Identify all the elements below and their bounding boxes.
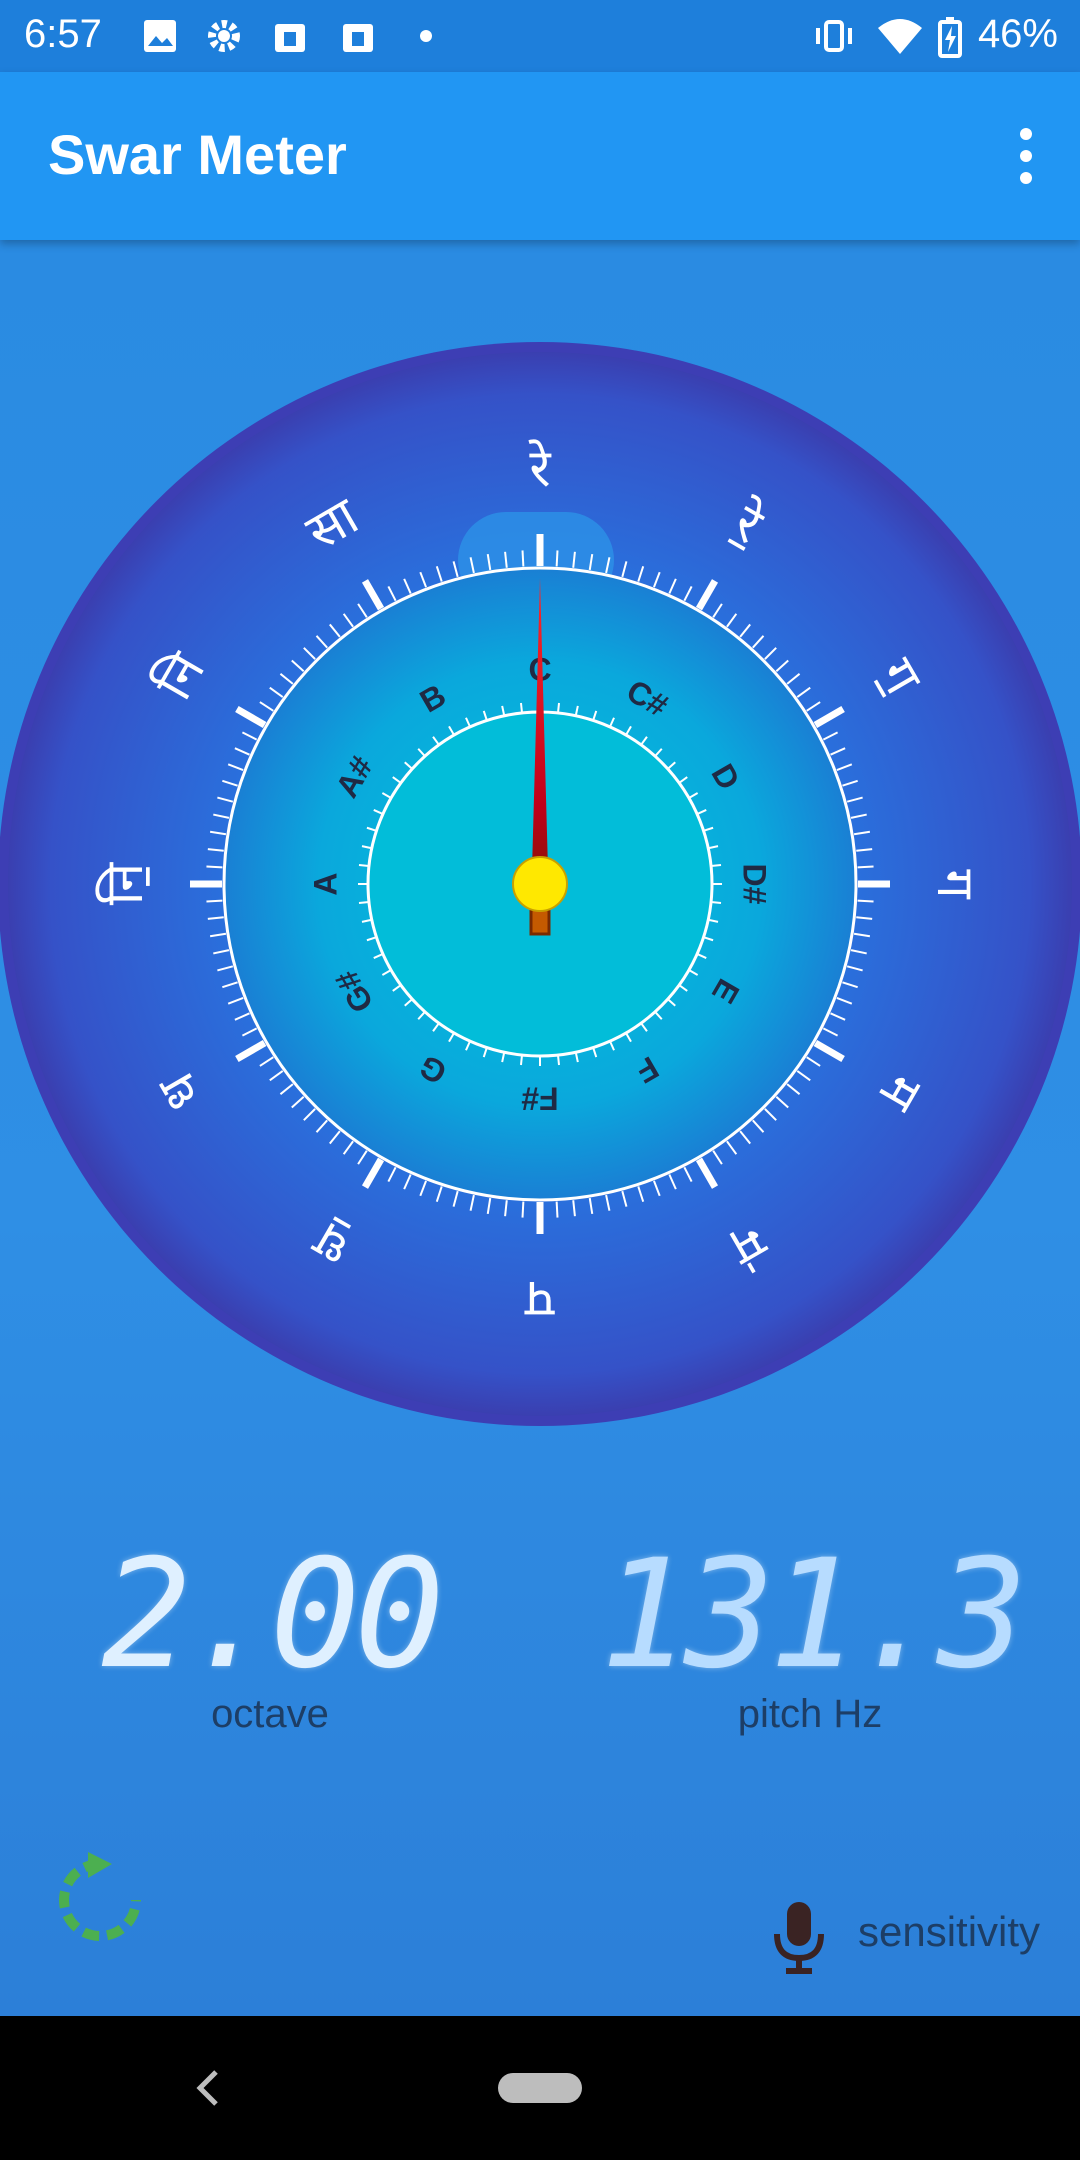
- home-button[interactable]: [498, 2073, 582, 2103]
- overflow-menu-button[interactable]: [1012, 128, 1040, 188]
- inner-dial-tick: [358, 863, 370, 868]
- microphone-icon[interactable]: [770, 1900, 828, 1976]
- inner-dial-tick: [556, 1054, 561, 1066]
- app-title: Swar Meter: [48, 123, 347, 186]
- battery-icon: [938, 17, 962, 58]
- dial-minor-tick: [555, 1201, 559, 1218]
- dial-minor-tick: [206, 865, 223, 869]
- inner-dial-tick: [556, 702, 561, 714]
- battery-percent: 46%: [977, 12, 1058, 56]
- hindi-note-label: रे: [528, 439, 552, 499]
- western-note-label: A: [307, 872, 343, 895]
- dial-minor-tick: [521, 1201, 525, 1218]
- inner-dial-tick: [519, 1054, 524, 1066]
- western-note-label: D#: [737, 864, 773, 905]
- main-content: रेरे॒ग॒गमम॑पध॒धनि॒निसा CC#DD#EFF#GG#AA#B…: [0, 240, 1080, 2016]
- notification-dot-icon: [420, 30, 432, 42]
- needle-hub: [512, 856, 568, 912]
- inner-dial-tick: [710, 863, 722, 868]
- inner-dial-tick: [358, 900, 370, 905]
- dial-minor-tick: [857, 899, 874, 903]
- inner-dial-tick: [519, 702, 524, 714]
- hindi-note-label: ग: [925, 869, 985, 899]
- wifi-icon: [878, 19, 922, 54]
- image-icon: [144, 20, 176, 52]
- dial-minor-tick: [555, 550, 559, 567]
- dial-minor-tick: [206, 899, 223, 903]
- store-icon: [275, 24, 305, 52]
- dial-minor-tick: [521, 550, 525, 567]
- dial-minor-tick: [857, 865, 874, 869]
- tuner-dial: रेरे॒ग॒गमम॑पध॒धनि॒निसा CC#DD#EFF#GG#AA#B: [0, 342, 1080, 1426]
- status-bar: 6:57 46%: [0, 0, 1080, 72]
- refresh-icon[interactable]: [50, 1850, 150, 1950]
- back-icon[interactable]: [190, 2068, 226, 2108]
- inner-dial-tick: [710, 900, 722, 905]
- pitch-readout: 131.3 pitch Hz: [600, 1528, 1028, 1737]
- hindi-note-label: प: [524, 1269, 555, 1329]
- sensitivity-label[interactable]: sensitivity: [858, 1908, 1040, 1956]
- vibrate-icon: [816, 20, 852, 52]
- octave-readout: 2.00 octave: [60, 1540, 480, 1737]
- status-time: 6:57: [24, 12, 102, 56]
- pitch-value: 131.3: [600, 1528, 1028, 1702]
- navigation-bar: [0, 2016, 1080, 2160]
- hindi-note-label: नि॒: [95, 862, 155, 905]
- settings-icon: [208, 20, 240, 52]
- app-bar: Swar Meter: [0, 72, 1080, 240]
- octave-value: 2.00: [101, 1528, 444, 1702]
- store-icon-2: [343, 24, 373, 52]
- western-note-label: F#: [521, 1081, 559, 1117]
